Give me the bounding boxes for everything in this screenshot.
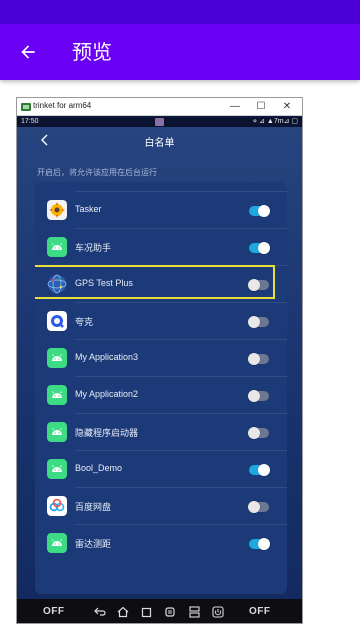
android-icon: [47, 385, 67, 405]
whitelist-toggle[interactable]: [249, 242, 270, 254]
page-title: 预览: [72, 40, 112, 64]
window-titlebar: trinket for arm64 — ☐ ✕: [17, 98, 302, 116]
whitelist-nav-bar: 白名单: [17, 127, 302, 153]
whitelist-toggle[interactable]: [248, 390, 269, 402]
emulator-bottom-bar: OFF OFF: [17, 599, 302, 623]
list-item[interactable]: 百度网盘: [35, 488, 287, 525]
app-name: My Application2: [75, 389, 139, 399]
baidu-netdisk-icon: [47, 496, 67, 516]
arrow-back-icon: [21, 45, 35, 59]
list-item[interactable]: 隐藏程序启动器: [35, 414, 287, 451]
app-bar: 预览: [0, 24, 360, 80]
app-name: My Application3: [75, 352, 139, 362]
app-name: GPS Test Plus: [75, 278, 133, 288]
app-whitelist: Tasker 车况助手 GPS Test Plus 夸克 My Applicat…: [35, 182, 287, 594]
window-close-button[interactable]: ✕: [275, 98, 299, 116]
app-name: Bool_Demo: [75, 463, 123, 473]
android-icon: [47, 237, 67, 257]
split-screen-key-icon[interactable]: [187, 605, 201, 619]
window-app-icon: [21, 103, 31, 111]
emulator-time: 17:50: [21, 118, 39, 125]
list-item[interactable]: My Application2: [35, 377, 287, 414]
power-key-icon[interactable]: [211, 605, 225, 619]
list-item[interactable]: Tasker: [35, 192, 287, 229]
list-item[interactable]: Bool_Demo: [35, 451, 287, 488]
recents-key-icon[interactable]: [139, 605, 153, 619]
list-item[interactable]: My Application3: [35, 340, 287, 377]
window-title: trinket for arm64: [33, 101, 92, 110]
app-name: 雷达测距: [75, 539, 112, 549]
whitelist-toggle[interactable]: [248, 279, 269, 291]
android-icon: [47, 348, 67, 368]
whitelist-toggle[interactable]: [248, 501, 269, 513]
list-item[interactable]: 夸克: [35, 303, 287, 340]
back-key-icon[interactable]: [93, 605, 107, 619]
emulator-window-screenshot: trinket for arm64 — ☐ ✕ 17:50 ⋄ ⊿ ▲7m⊿ ▢…: [16, 97, 303, 624]
gps-globe-icon: [47, 274, 67, 294]
system-status-bar: [0, 0, 360, 24]
android-icon: [47, 459, 67, 479]
emulator-status-bar: 17:50 ⋄ ⊿ ▲7m⊿ ▢: [17, 117, 302, 127]
list-item[interactable]: 雷达测距: [35, 525, 287, 562]
home-key-icon[interactable]: [116, 605, 130, 619]
app-name: 夸克: [75, 317, 94, 327]
whitelist-toggle[interactable]: [248, 353, 269, 365]
app-name: Tasker: [75, 204, 102, 214]
app-name: 车况助手: [75, 243, 112, 253]
app-name: 隐藏程序启动器: [75, 428, 139, 438]
window-minimize-button[interactable]: —: [223, 98, 247, 116]
left-off-label: OFF: [43, 606, 65, 617]
window-maximize-button[interactable]: ☐: [249, 98, 273, 116]
back-button[interactable]: [12, 36, 44, 68]
whitelist-toggle[interactable]: [249, 205, 270, 217]
app-name: 百度网盘: [75, 502, 112, 512]
list-item[interactable]: GPS Test Plus: [35, 266, 287, 303]
notification-icon: [155, 118, 164, 126]
list-item[interactable]: 车况助手: [35, 229, 287, 266]
android-icon: [47, 422, 67, 442]
whitelist-toggle[interactable]: [248, 316, 269, 328]
whitelist-toggle[interactable]: [249, 538, 270, 550]
whitelist-toggle[interactable]: [249, 464, 270, 476]
emulator-screen: 白名单 开启后，将允许该应用在后台运行 Tasker 车况助手 GPS Test…: [17, 127, 302, 599]
android-icon: [47, 533, 67, 553]
emulator-status-icons: ⋄ ⊿ ▲7m⊿ ▢: [252, 118, 298, 125]
list-top-partial-row: [75, 182, 287, 192]
whitelist-title: 白名单: [144, 138, 175, 149]
right-off-label: OFF: [249, 606, 271, 617]
whitelist-toggle[interactable]: [248, 427, 269, 439]
tasker-icon: [47, 200, 67, 220]
quark-icon: [47, 311, 67, 331]
whitelist-hint: 开启后，将允许该应用在后台运行: [37, 168, 157, 177]
screenshot-key-icon[interactable]: [163, 605, 177, 619]
